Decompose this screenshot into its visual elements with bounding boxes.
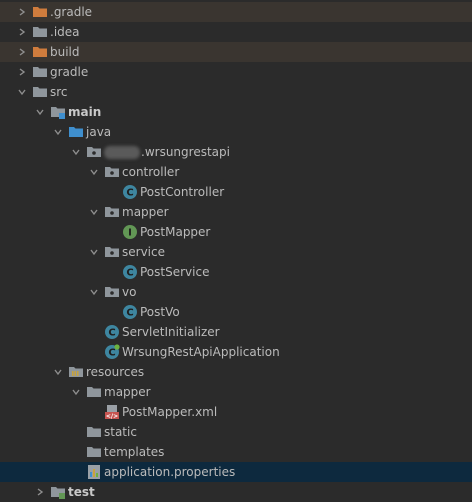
tree-item-controller[interactable]: controller <box>0 162 472 182</box>
tree-item-mapper-package[interactable]: mapper <box>0 202 472 222</box>
tree-item-vo[interactable]: vo <box>0 282 472 302</box>
tree-item-label: PostService <box>140 265 210 279</box>
package-icon <box>104 244 120 260</box>
folder-icon <box>32 84 48 100</box>
tree-item-label: PostVo <box>140 305 180 319</box>
class-icon: C <box>122 264 138 280</box>
folder-icon <box>86 384 102 400</box>
tree-item-label: mapper <box>104 385 151 399</box>
svg-text:</>: </> <box>106 413 118 420</box>
resources-folder-icon <box>68 364 84 380</box>
chevron-right-icon[interactable] <box>16 22 28 42</box>
folder-icon <box>32 64 48 80</box>
package-icon <box>104 204 120 220</box>
tree-item-post-service[interactable]: C PostService <box>0 262 472 282</box>
tree-item-label: PostController <box>140 185 225 199</box>
xml-file-icon: </> <box>104 404 120 420</box>
tree-item-label: vo <box>122 285 137 299</box>
tree-item-templates[interactable]: templates <box>0 442 472 462</box>
tree-item-label: application.properties <box>104 465 236 479</box>
tree-item-application-properties[interactable]: application.properties <box>0 462 472 482</box>
folder-icon <box>32 24 48 40</box>
tree-item-post-vo[interactable]: C PostVo <box>0 302 472 322</box>
chevron-down-icon[interactable] <box>52 122 64 142</box>
spring-boot-class-icon: C <box>104 344 120 360</box>
tree-item-label: controller <box>122 165 180 179</box>
module-folder-icon <box>50 104 66 120</box>
chevron-down-icon[interactable] <box>34 102 46 122</box>
tree-item-gradle-cache[interactable]: .gradle <box>0 2 472 22</box>
chevron-down-icon[interactable] <box>70 142 82 162</box>
tree-item-static[interactable]: static <box>0 422 472 442</box>
tree-item-label: mapper <box>122 205 169 219</box>
folder-icon <box>86 424 102 440</box>
chevron-right-icon[interactable] <box>16 42 28 62</box>
tree-item-label: PostMapper <box>140 225 211 239</box>
chevron-down-icon[interactable] <box>52 362 64 382</box>
chevron-down-icon[interactable] <box>88 282 100 302</box>
chevron-down-icon[interactable] <box>88 242 100 262</box>
package-icon <box>86 144 102 160</box>
tree-item-idea[interactable]: .idea <box>0 22 472 42</box>
chevron-down-icon[interactable] <box>70 382 82 402</box>
tree-item-label: static <box>104 425 137 439</box>
tree-item-label: templates <box>104 445 165 459</box>
tree-item-gradle[interactable]: gradle <box>0 62 472 82</box>
tree-item-post-controller[interactable]: C PostController <box>0 182 472 202</box>
svg-text:C: C <box>108 328 115 339</box>
tree-item-mapper-folder[interactable]: mapper <box>0 382 472 402</box>
tree-item-label: src <box>50 85 68 99</box>
tree-item-label: ServletInitializer <box>122 325 220 339</box>
tree-item-post-mapper-xml[interactable]: </> PostMapper.xml <box>0 402 472 422</box>
module-folder-icon <box>50 484 66 500</box>
redacted-text <box>104 145 140 159</box>
folder-excluded-icon <box>32 44 48 60</box>
chevron-right-icon[interactable] <box>16 2 28 22</box>
tree-item-label: .gradle <box>50 5 93 19</box>
project-tree: .gradle .idea build gradle src main java… <box>0 0 472 501</box>
class-icon: C <box>104 324 120 340</box>
tree-item-src[interactable]: src <box>0 82 472 102</box>
tree-item-label: WrsungRestApiApplication <box>122 345 280 359</box>
properties-file-icon <box>86 464 102 480</box>
tree-item-service[interactable]: service <box>0 242 472 262</box>
tree-item-resources[interactable]: resources <box>0 362 472 382</box>
chevron-right-icon[interactable] <box>16 62 28 82</box>
tree-item-label: build <box>50 45 80 59</box>
tree-item-post-mapper[interactable]: I PostMapper <box>0 222 472 242</box>
svg-text:I: I <box>128 228 132 239</box>
tree-item-test[interactable]: test <box>0 482 472 502</box>
chevron-right-icon[interactable] <box>34 482 46 502</box>
class-icon: C <box>122 304 138 320</box>
tree-item-label: PostMapper.xml <box>122 405 218 419</box>
svg-text:C: C <box>126 188 133 199</box>
folder-icon <box>86 444 102 460</box>
tree-item-label: .wrsungrestapi <box>141 145 230 159</box>
svg-text:C: C <box>126 308 133 319</box>
package-icon <box>104 284 120 300</box>
tree-item-build[interactable]: build <box>0 42 472 62</box>
chevron-down-icon[interactable] <box>16 82 28 102</box>
svg-text:C: C <box>126 268 133 279</box>
tree-item-main[interactable]: main <box>0 102 472 122</box>
tree-item-application-class[interactable]: C WrsungRestApiApplication <box>0 342 472 362</box>
tree-item-java[interactable]: java <box>0 122 472 142</box>
tree-item-label: resources <box>86 365 145 379</box>
chevron-down-icon[interactable] <box>88 162 100 182</box>
interface-icon: I <box>122 224 138 240</box>
tree-item-label: gradle <box>50 65 89 79</box>
source-folder-icon <box>68 124 84 140</box>
tree-item-label: service <box>122 245 165 259</box>
chevron-down-icon[interactable] <box>88 202 100 222</box>
svg-text:C: C <box>108 348 115 359</box>
tree-item-root-package[interactable]: .wrsungrestapi <box>0 142 472 162</box>
tree-item-servlet-initializer[interactable]: C ServletInitializer <box>0 322 472 342</box>
tree-item-label: .idea <box>50 25 80 39</box>
tree-item-label: test <box>68 485 95 499</box>
tree-item-label: main <box>68 105 102 119</box>
folder-excluded-icon <box>32 4 48 20</box>
package-icon <box>104 164 120 180</box>
class-icon: C <box>122 184 138 200</box>
tree-item-label: java <box>86 125 112 139</box>
